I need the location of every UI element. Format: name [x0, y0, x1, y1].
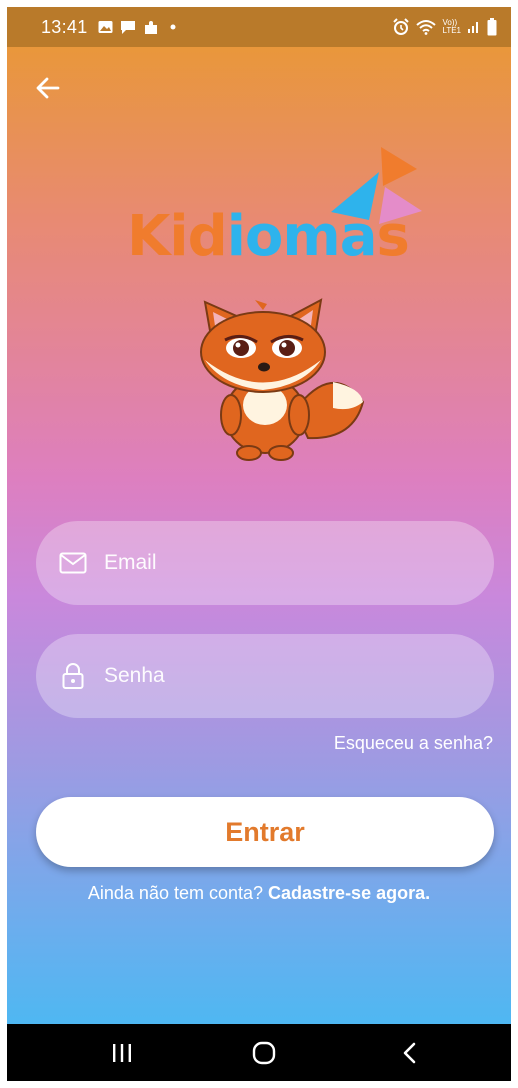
volte-icon: Vo)) LTE1 [442, 19, 461, 35]
system-icons: Vo)) LTE1 [392, 18, 497, 36]
dot-icon [170, 24, 176, 30]
logo-text-kid: Kid [127, 204, 228, 269]
signup-link[interactable]: Cadastre-se agora. [268, 883, 430, 903]
chat-icon [120, 20, 135, 34]
fox-mascot-icon [200, 298, 365, 461]
logo-text-ioma: ioma [226, 204, 378, 269]
puzzle-icon [144, 20, 157, 34]
volte-bottom-label: LTE1 [442, 26, 461, 35]
alarm-icon [393, 18, 410, 35]
signup-prompt: Ainda não tem conta? [87, 883, 264, 903]
email-input[interactable] [104, 551, 464, 575]
logo-text-s: s [376, 204, 410, 269]
recent-apps-icon[interactable] [107, 1038, 137, 1068]
forgot-password-link[interactable]: Esqueceu a senha? [334, 733, 493, 754]
signal-icon [468, 22, 478, 33]
image-icon [98, 21, 113, 33]
password-field[interactable] [36, 634, 494, 718]
password-input[interactable] [104, 664, 464, 688]
login-button[interactable]: Entrar [36, 797, 494, 867]
navigation-bar [7, 1024, 511, 1081]
lock-icon [58, 661, 88, 691]
wifi-icon [416, 20, 437, 35]
kidiomas-logo: Kidiomas [117, 142, 427, 282]
status-bar: 13:41 Vo)) LTE1 [7, 7, 511, 47]
battery-icon [487, 18, 497, 36]
home-icon[interactable] [249, 1038, 279, 1068]
email-field[interactable] [36, 521, 494, 605]
mail-icon [58, 548, 88, 578]
logo-wordmark: Kidiomas [127, 204, 410, 269]
app-screen: 13:41 Vo)) LTE1 Kidiomas Email Esqueceu … [7, 7, 511, 1081]
signup-line: Ainda não tem conta? Cadastre-se agora. [7, 883, 511, 904]
back-icon[interactable] [395, 1038, 425, 1068]
arrow-left-icon[interactable] [33, 73, 63, 103]
notification-icons [98, 19, 179, 36]
status-time: 13:41 [41, 16, 88, 37]
